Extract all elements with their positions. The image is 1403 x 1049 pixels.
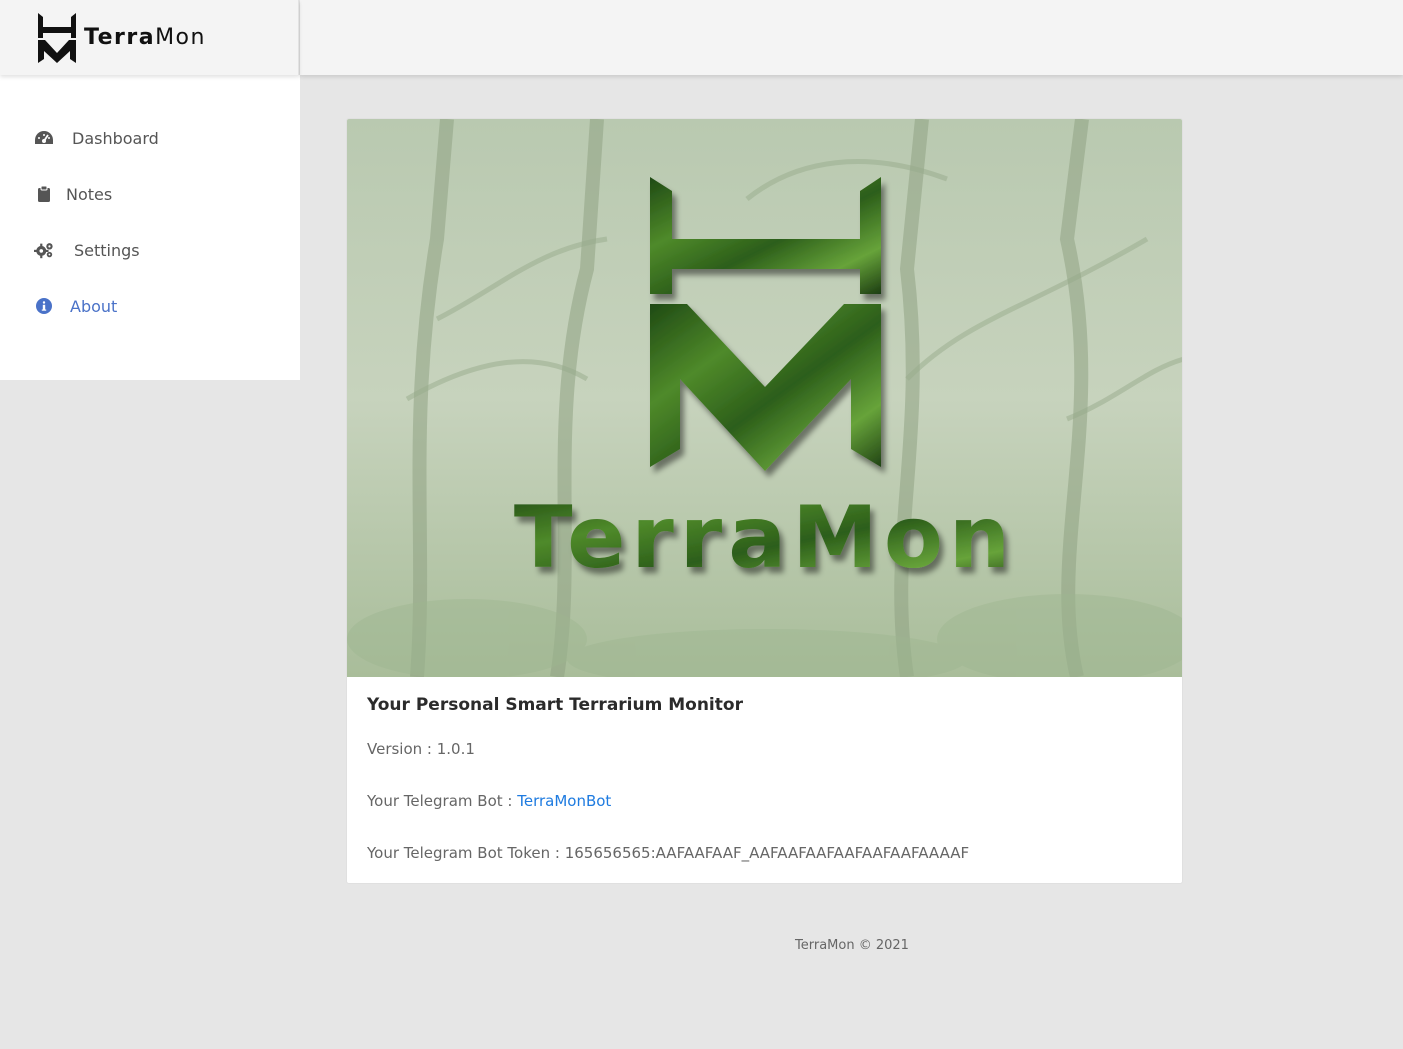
telegram-bot-line: Your Telegram Bot : TerraMonBot — [367, 792, 611, 810]
terramon-logo-icon — [38, 12, 76, 63]
sidebar-item-notes[interactable]: Notes — [0, 166, 300, 222]
about-card: TerraMon Your Personal Smart Terrarium M… — [346, 118, 1183, 884]
sidebar-item-settings[interactable]: Settings — [0, 222, 300, 278]
telegram-token-line: Your Telegram Bot Token : 165656565:AAFA… — [367, 844, 969, 862]
forest-logo-banner: TerraMon — [347, 119, 1182, 677]
brand-name-bold: Terra — [84, 25, 156, 50]
sidebar-item-dashboard[interactable]: Dashboard — [0, 110, 300, 166]
brand[interactable]: TerraMon — [0, 0, 299, 75]
sidebar-nav: Dashboard Notes Settings About — [0, 75, 300, 380]
hero-image: TerraMon — [347, 119, 1182, 677]
sidebar-item-label: Dashboard — [72, 128, 159, 148]
telegram-token-label: Your Telegram Bot Token : — [367, 844, 565, 862]
version-value: 1.0.1 — [436, 740, 475, 758]
brand-name-light: Mon — [155, 25, 206, 50]
sidebar-item-about[interactable]: About — [0, 278, 300, 334]
top-bar — [300, 0, 1403, 75]
hero-logo-text: TerraMon — [514, 488, 1016, 588]
brand-name: TerraMon — [84, 25, 206, 50]
gears-icon — [34, 240, 54, 260]
about-title: Your Personal Smart Terrarium Monitor — [367, 695, 743, 715]
telegram-token-value: 165656565:AAFAAFAAF_AAFAAFAAFAAFAAFAAFAA… — [564, 844, 970, 862]
footer-copyright: TerraMon © 2021 — [795, 938, 909, 953]
version-label: Version : — [367, 740, 437, 758]
sidebar-item-label: About — [70, 296, 118, 316]
telegram-bot-link[interactable]: TerraMonBot — [517, 792, 611, 810]
info-circle-icon — [34, 296, 54, 316]
version-line: Version : 1.0.1 — [367, 740, 475, 758]
telegram-bot-label: Your Telegram Bot : — [367, 792, 518, 810]
sidebar-item-label: Settings — [74, 240, 140, 260]
sidebar-item-label: Notes — [66, 184, 113, 204]
about-details: Your Personal Smart Terrarium Monitor Ve… — [367, 695, 1162, 862]
tachometer-icon — [34, 128, 54, 148]
clipboard-icon — [34, 184, 54, 204]
